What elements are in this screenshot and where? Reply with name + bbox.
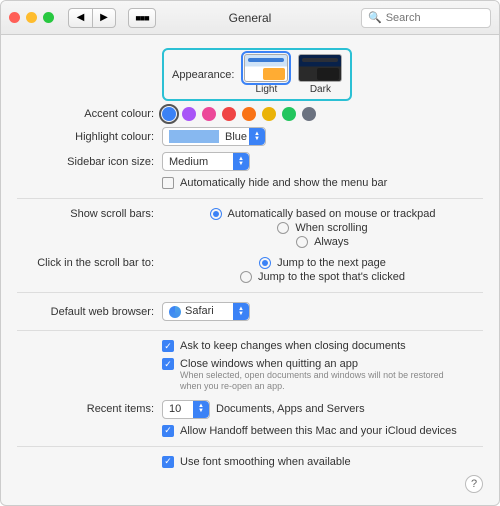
scroll-radio-2[interactable] [296, 236, 308, 248]
click-radio-1[interactable] [240, 271, 252, 283]
recent-select[interactable]: 10 ▲▼ [162, 400, 210, 419]
recent-label: Recent items: [17, 403, 162, 415]
scroll-label: Show scroll bars: [17, 208, 162, 220]
close-windows-hint: When selected, open documents and window… [180, 370, 460, 393]
accent-color-1[interactable] [182, 107, 196, 121]
scroll-option-label: When scrolling [295, 222, 367, 234]
appearance-row: Appearance: Light Dark [162, 48, 352, 101]
back-button[interactable]: ◀ [68, 8, 92, 28]
accent-label: Accent colour: [17, 108, 162, 120]
ask-changes-checkbox[interactable]: ✓ [162, 340, 174, 352]
close-windows-label: Close windows when quitting an app [180, 358, 358, 370]
show-all-button[interactable]: ■■■ [128, 8, 156, 28]
search-icon: 🔍 [368, 11, 382, 24]
click-option-label: Jump to the next page [277, 257, 386, 269]
handoff-checkbox[interactable]: ✓ [162, 425, 174, 437]
click-label: Click in the scroll bar to: [17, 257, 162, 269]
scroll-options: Automatically based on mouse or trackpad… [162, 208, 483, 248]
sidebar-size-select[interactable]: Medium ▲▼ [162, 152, 250, 171]
chevron-updown-icon: ▲▼ [233, 153, 249, 170]
accent-color-4[interactable] [242, 107, 256, 121]
light-thumbnail-icon [244, 54, 288, 82]
browser-label: Default web browser: [17, 306, 162, 318]
highlight-label: Highlight colour: [17, 131, 162, 143]
appearance-light[interactable]: Light [244, 54, 288, 95]
accent-color-picker [162, 107, 483, 121]
handoff-label: Allow Handoff between this Mac and your … [180, 425, 457, 437]
autohide-checkbox[interactable] [162, 177, 174, 189]
search-input[interactable] [386, 12, 484, 24]
dark-thumbnail-icon [298, 54, 342, 82]
accent-color-6[interactable] [282, 107, 296, 121]
chevron-updown-icon: ▲▼ [193, 401, 209, 418]
accent-color-0[interactable] [162, 107, 176, 121]
accent-color-7[interactable] [302, 107, 316, 121]
general-prefs-window: ◀ ▶ ■■■ General 🔍 Appearance: Light [0, 0, 500, 506]
zoom-icon[interactable] [43, 12, 54, 23]
window-controls [9, 12, 54, 23]
appearance-dark[interactable]: Dark [298, 54, 342, 95]
titlebar: ◀ ▶ ■■■ General 🔍 [1, 1, 499, 35]
recent-suffix: Documents, Apps and Servers [216, 403, 365, 415]
scroll-radio-1[interactable] [277, 222, 289, 234]
accent-color-3[interactable] [222, 107, 236, 121]
click-option-label: Jump to the spot that's clicked [258, 271, 405, 283]
ask-changes-label: Ask to keep changes when closing documen… [180, 340, 406, 352]
font-smoothing-label: Use font smoothing when available [180, 456, 351, 468]
close-windows-checkbox[interactable]: ✓ [162, 358, 174, 370]
scroll-option-label: Automatically based on mouse or trackpad [228, 208, 436, 220]
click-options: Jump to the next page Jump to the spot th… [162, 257, 483, 283]
font-smoothing-checkbox[interactable]: ✓ [162, 456, 174, 468]
autohide-label: Automatically hide and show the menu bar [180, 177, 387, 189]
scroll-option-label: Always [314, 236, 349, 248]
appearance-label: Appearance: [172, 69, 234, 81]
close-icon[interactable] [9, 12, 20, 23]
highlight-swatch-icon [169, 130, 219, 143]
forward-button[interactable]: ▶ [92, 8, 116, 28]
highlight-select[interactable]: Blue ▲▼ [162, 127, 266, 146]
accent-color-5[interactable] [262, 107, 276, 121]
chevron-updown-icon: ▲▼ [233, 303, 249, 320]
scroll-radio-0[interactable] [210, 208, 222, 220]
browser-select[interactable]: Safari ▲▼ [162, 302, 250, 321]
minimize-icon[interactable] [26, 12, 37, 23]
chevron-updown-icon: ▲▼ [249, 128, 265, 145]
content: Appearance: Light Dark Accent colour: H [1, 35, 499, 505]
click-radio-0[interactable] [259, 257, 271, 269]
nav-buttons: ◀ ▶ [68, 8, 116, 28]
sidebar-size-label: Sidebar icon size: [17, 156, 162, 168]
accent-color-2[interactable] [202, 107, 216, 121]
help-button[interactable]: ? [465, 475, 483, 493]
search-field[interactable]: 🔍 [361, 8, 491, 28]
safari-icon [169, 306, 181, 318]
